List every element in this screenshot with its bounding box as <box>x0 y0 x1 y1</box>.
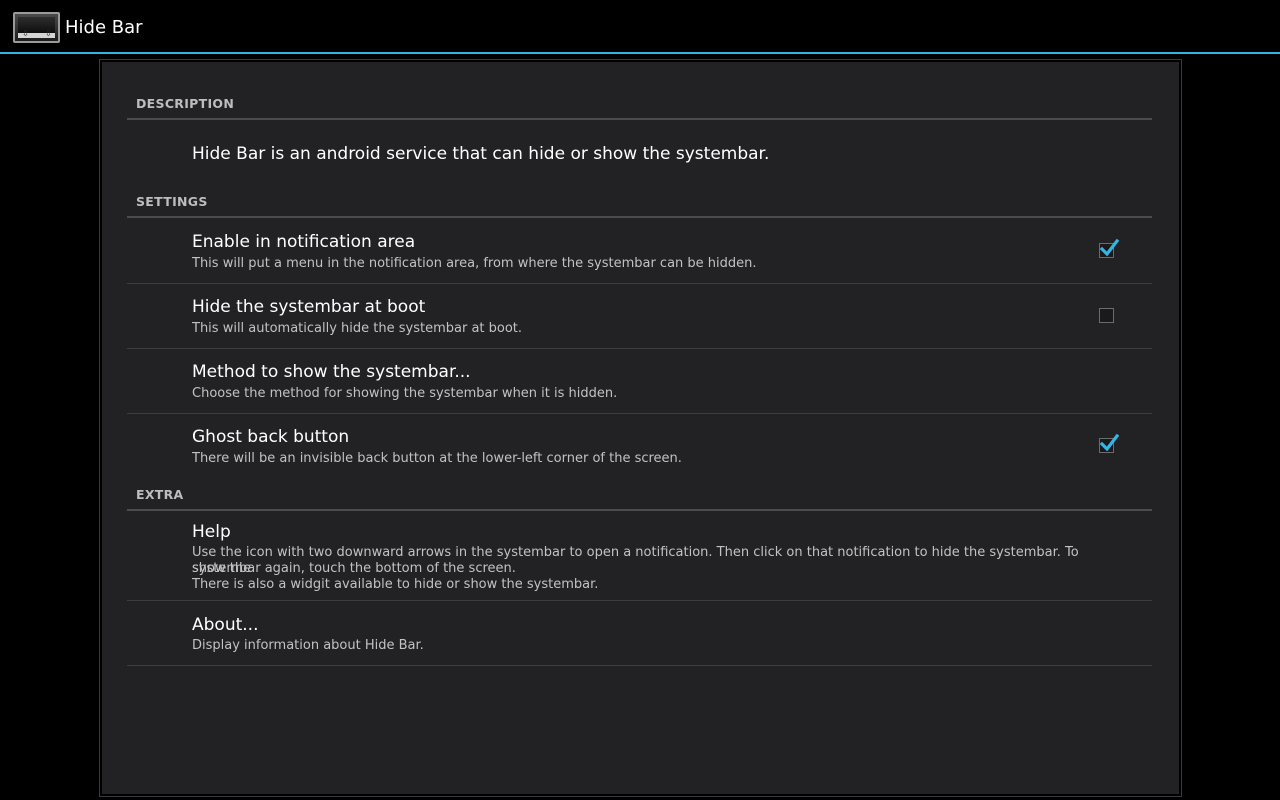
hide-bar-app-icon[interactable]: ⇩ ⇩ <box>13 12 60 43</box>
pref-title: Ghost back button <box>192 427 350 447</box>
pref-title: Help <box>192 522 231 542</box>
pref-summary: Choose the method for showing the system… <box>192 386 618 401</box>
pref-title: Hide the systembar at boot <box>192 297 426 317</box>
pref-summary: Display information about Hide Bar. <box>192 638 424 653</box>
pref-about[interactable]: About... Display information about Hide … <box>127 601 1152 666</box>
pref-summary: This will put a menu in the notification… <box>192 256 757 271</box>
category-label: SETTINGS <box>136 194 208 209</box>
pref-title: About... <box>192 615 259 635</box>
pref-enable-notification-area[interactable]: Enable in notification area This will pu… <box>127 218 1152 284</box>
pref-title: Enable in notification area <box>192 232 416 252</box>
down-arrow-icon: ⇩ <box>22 29 29 38</box>
category-header-description: DESCRIPTION <box>127 90 1152 120</box>
app-title: Hide Bar <box>65 17 143 38</box>
pref-title: Method to show the systembar... <box>192 362 471 382</box>
pref-help[interactable]: Help Use the icon with two downward arro… <box>127 511 1152 601</box>
category-header-settings: SETTINGS <box>127 188 1152 218</box>
enable-notification-checkbox[interactable] <box>1099 238 1119 258</box>
category-header-extra: EXTRA <box>127 480 1152 511</box>
ghost-back-button-checkbox[interactable] <box>1099 433 1119 453</box>
action-bar: ⇩ ⇩ Hide Bar <box>0 0 1280 54</box>
pref-summary-line: There is also a widgit available to hide… <box>192 577 599 592</box>
pref-show-method[interactable]: Method to show the systembar... Choose t… <box>127 349 1152 414</box>
pref-ghost-back-button[interactable]: Ghost back button There will be an invis… <box>127 414 1152 480</box>
category-label: EXTRA <box>136 487 184 502</box>
description-text: Hide Bar is an android service that can … <box>192 144 770 164</box>
checkmark-icon <box>1099 238 1119 257</box>
pref-summary: There will be an invisible back button a… <box>192 451 682 466</box>
down-arrow-icon: ⇩ <box>45 29 52 38</box>
category-label: DESCRIPTION <box>136 96 235 111</box>
hide-at-boot-checkbox[interactable] <box>1099 308 1114 323</box>
pref-summary: This will automatically hide the systemb… <box>192 321 523 336</box>
checkmark-icon <box>1099 433 1119 452</box>
pref-hide-at-boot[interactable]: Hide the systembar at boot This will aut… <box>127 284 1152 349</box>
pref-summary-line: systembar again, touch the bottom of the… <box>192 561 516 576</box>
